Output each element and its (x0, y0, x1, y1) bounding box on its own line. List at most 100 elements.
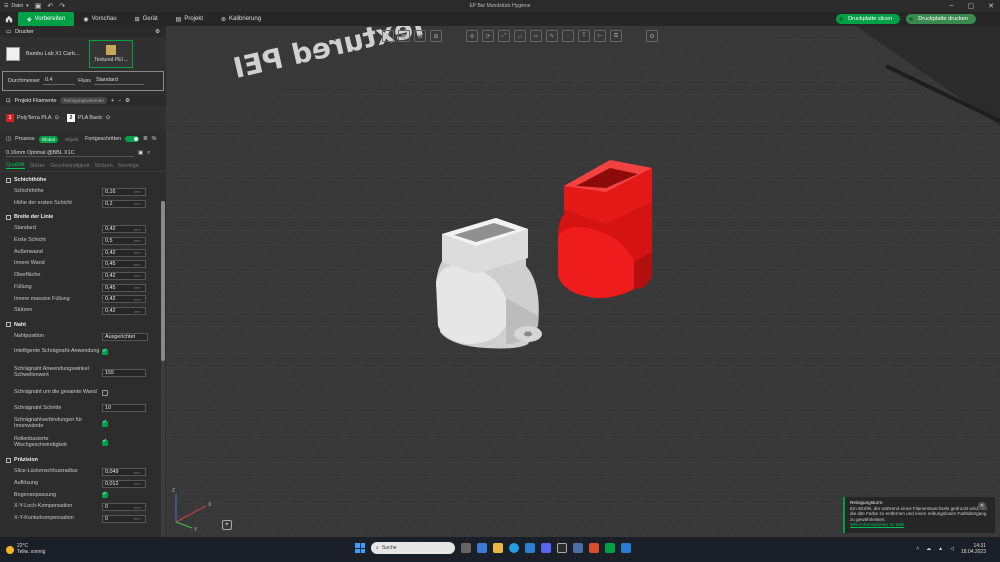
scarf-threshold-input[interactable]: 155 (102, 368, 146, 377)
system-tray: ˄ ☁ ▲ ◁ 14:31 18.04.2023 (916, 543, 986, 555)
lay-flat-icon[interactable]: ▱ (514, 30, 526, 42)
filament-1-edit-icon[interactable]: ⊙ (54, 115, 59, 121)
add-object-icon[interactable]: □ (382, 30, 394, 42)
diameter-select[interactable]: 0.4 (43, 77, 76, 85)
process-global-toggle[interactable]: Global (38, 135, 58, 143)
plate-type-select[interactable]: Textured PEI ... (89, 40, 134, 68)
print-plate-button[interactable]: Druckplatte drucken (906, 14, 976, 24)
tab-preview[interactable]: ◉ Vorschau (74, 12, 125, 26)
save-preset-icon[interactable]: ▣ (138, 150, 143, 156)
tab-device[interactable]: ⊞ Gerät (126, 12, 167, 26)
store-icon[interactable] (525, 543, 535, 553)
filament-1[interactable]: 1 PolyTerra PLA ⊙ (6, 114, 59, 122)
network-icon[interactable]: ▲ (938, 546, 943, 552)
filament-settings-icon[interactable]: ⚙ (125, 98, 130, 104)
tray-chevron-icon[interactable]: ˄ (916, 546, 919, 552)
subtab-quality[interactable]: Qualität (6, 162, 25, 169)
subtab-support[interactable]: Stützen (94, 163, 112, 169)
redo-icon[interactable]: ↷ (59, 2, 65, 10)
volume-icon[interactable]: ◁ (950, 546, 954, 552)
assembly-icon[interactable]: ⧉ (610, 30, 622, 42)
sidebar-scrollbar[interactable] (161, 201, 165, 537)
text-tool-icon[interactable]: T (578, 30, 590, 42)
grid-layout-icon[interactable]: ▦ (398, 30, 410, 42)
param-unit: mm (134, 226, 141, 232)
start-button[interactable] (355, 543, 365, 553)
taskbar-search[interactable]: ⌕ Suche (371, 542, 455, 554)
edge-icon[interactable] (509, 543, 519, 553)
flow-select[interactable]: Standard (93, 77, 144, 85)
orient-icon[interactable]: ⊞ (430, 30, 442, 42)
param-line-solid-infill: Innere massive Füllung 0,42 mm (6, 294, 166, 306)
arrange-icon[interactable]: ⊟ (414, 30, 426, 42)
move-icon[interactable]: ✣ (466, 30, 478, 42)
process-object-toggle[interactable]: Objekt (62, 136, 81, 143)
scale-icon[interactable]: ⤢ (498, 30, 510, 42)
bambu-studio-icon[interactable] (605, 543, 615, 553)
cut-icon[interactable]: ✂ (530, 30, 542, 42)
tab-prepare[interactable]: ◈ Vorbereiten (18, 12, 75, 26)
mouthpiece-gray-object[interactable] (436, 218, 542, 349)
outlook-icon[interactable] (621, 543, 631, 553)
param-roll-wipe: Rollenbasierte Wischgeschwindigkeit (6, 433, 166, 452)
tab-preview-label: Vorschau (91, 16, 117, 22)
search-icon[interactable]: ⌕ (147, 150, 150, 157)
scarf-steps-input[interactable]: 10 (102, 404, 146, 413)
tab-project[interactable]: ▤ Projekt (167, 12, 212, 26)
process-preset-select[interactable]: 0.16mm Optimal @BBL X1C (6, 150, 134, 157)
filament-2-edit-icon[interactable]: ⊙ (106, 115, 111, 121)
task-view-icon[interactable] (461, 543, 471, 553)
line-width-group: Breite der Linie Standard 0,42 mm Erste Sc… (0, 211, 166, 317)
home-button[interactable] (0, 12, 18, 26)
scarf-whole-wall-checkbox[interactable] (102, 390, 108, 397)
purge-volume-button[interactable]: Reinigungsvolumen (60, 97, 107, 104)
tab-calibration[interactable]: ⊛ Kalibrierung (212, 12, 270, 26)
layer-group-icon (6, 177, 11, 183)
remove-filament-icon[interactable]: − (118, 98, 121, 104)
filament-2[interactable]: 2 PLA Basic ⊙ (67, 114, 110, 122)
support-paint-icon[interactable]: ✎ (546, 30, 558, 42)
percent-icon[interactable]: % (152, 136, 157, 142)
printer-settings-icon[interactable]: ⚙ (155, 29, 160, 35)
file-menu[interactable]: ☰ Datei ▾ (0, 3, 29, 9)
subtab-others[interactable]: Sonstige (118, 163, 139, 169)
seam-paint-icon[interactable]: ◌ (562, 30, 574, 42)
discord-icon[interactable] (541, 543, 551, 553)
save-icon[interactable]: ▣ (35, 2, 42, 10)
close-icon[interactable]: ✕ (988, 2, 994, 10)
notification-close-icon[interactable]: ✕ (978, 502, 986, 510)
smart-scarf-checkbox[interactable] (102, 348, 108, 356)
terminal-icon[interactable] (557, 543, 567, 553)
slice-plate-button[interactable]: Druckplatte slicen (836, 14, 901, 24)
seam-position-select[interactable]: Ausgerichtet (102, 332, 148, 341)
onedrive-icon[interactable]: ☁ (926, 546, 931, 552)
arc-fitting-checkbox[interactable] (102, 491, 108, 499)
undo-icon[interactable]: ↶ (47, 2, 53, 10)
app-icon[interactable] (573, 543, 583, 553)
subtab-speed[interactable]: Geschwindigkeit (50, 163, 89, 169)
fit-view-icon[interactable]: ⌖ (222, 520, 232, 530)
advanced-toggle[interactable] (125, 136, 140, 142)
view-settings-icon[interactable]: ⚙ (646, 30, 658, 42)
chat-icon[interactable] (477, 543, 487, 553)
file-explorer-icon[interactable] (493, 543, 503, 553)
scrollbar-thumb[interactable] (161, 201, 165, 361)
compare-icon[interactable]: ≣ (143, 136, 148, 142)
taskbar-clock[interactable]: 14:31 18.04.2023 (961, 543, 986, 555)
app-icon[interactable] (589, 543, 599, 553)
scarf-inner-walls-checkbox[interactable] (102, 419, 108, 427)
weather-widget[interactable]: 22°C Teilw. sonnig (6, 543, 45, 555)
minimize-icon[interactable]: – (950, 2, 954, 10)
measure-icon[interactable]: ⊢ (594, 30, 606, 42)
maximize-icon[interactable]: ▢ (968, 2, 975, 10)
notification-link[interactable]: Wiki Informationen zu Wiki (850, 522, 990, 528)
param-line-support: Stützen 0,42 mm (6, 305, 166, 317)
rotate-icon[interactable]: ⟳ (482, 30, 494, 42)
3d-viewport[interactable]: Textured PEI X Z Y □ ▦ ⊟ ⊞ ✣ ⟳ ⤢ ▱ ✂ ✎ ◌… (166, 26, 1000, 537)
printer-preset-select[interactable]: Bambu Lab X1 Carb... (26, 51, 79, 57)
precision-group: Präzision Slice-Lückenschlussradius 0,049… (0, 454, 166, 524)
add-filament-icon[interactable]: + (111, 98, 114, 104)
layer-height-title-text: Schichthöhe (14, 177, 47, 183)
roll-wipe-checkbox[interactable] (102, 438, 108, 446)
subtab-strength[interactable]: Stärke (30, 163, 46, 169)
